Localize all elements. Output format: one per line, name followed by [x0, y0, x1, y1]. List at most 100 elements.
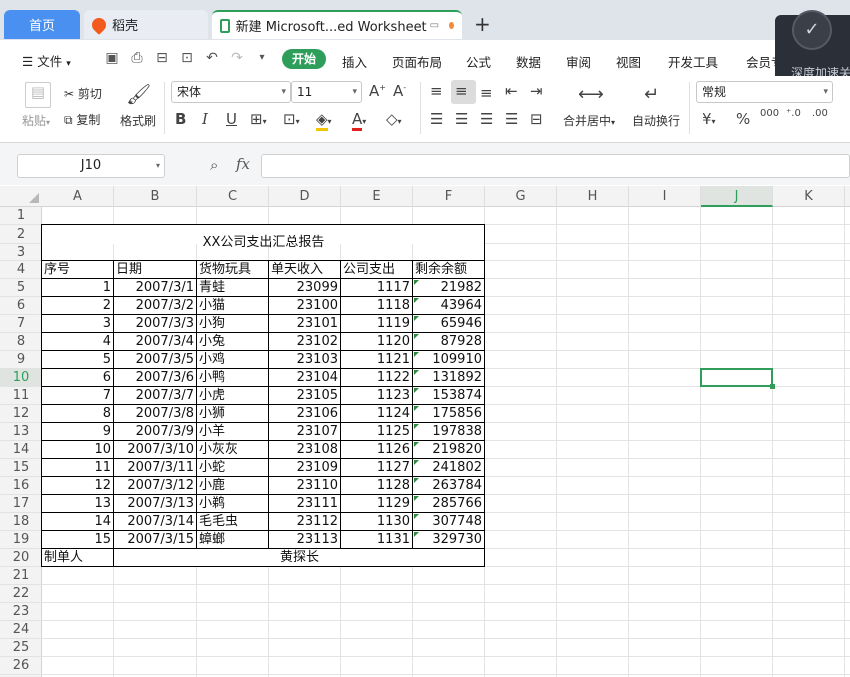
table-cell[interactable]: 4: [42, 333, 114, 351]
table-cell[interactable]: 2: [42, 297, 114, 315]
table-cell[interactable]: 小鸡: [197, 351, 269, 369]
table-cell[interactable]: 1122: [341, 369, 413, 387]
row-header-5[interactable]: 5: [0, 279, 42, 297]
print-preview-icon[interactable]: ⊡: [179, 50, 195, 66]
row-header-8[interactable]: 8: [0, 333, 42, 351]
clear-format-icon[interactable]: ◇▾: [386, 110, 402, 128]
table-cell[interactable]: 1128: [341, 477, 413, 495]
tab-daoke[interactable]: 稻壳: [84, 10, 208, 39]
table-cell[interactable]: 12: [42, 477, 114, 495]
column-header-k[interactable]: K: [773, 186, 845, 207]
table-cell[interactable]: 小蛇: [197, 459, 269, 477]
table-cell[interactable]: 329730: [413, 531, 485, 549]
row-header-13[interactable]: 13: [0, 423, 42, 441]
align-top-icon[interactable]: ≡: [430, 82, 443, 100]
column-header-a[interactable]: A: [42, 186, 114, 207]
table-cell[interactable]: 1125: [341, 423, 413, 441]
table-cell[interactable]: 1129: [341, 495, 413, 513]
row-header-20[interactable]: 20: [0, 549, 42, 567]
thousands-icon[interactable]: 000: [760, 108, 779, 119]
column-header-d[interactable]: D: [269, 186, 341, 207]
column-header-e[interactable]: E: [341, 186, 413, 207]
format-painter-icon[interactable]: 🖌: [126, 82, 151, 106]
undo-icon[interactable]: ↶: [204, 50, 220, 66]
table-cell[interactable]: 23102: [269, 333, 341, 351]
table-cell[interactable]: 2007/3/1: [114, 279, 197, 297]
row-header-17[interactable]: 17: [0, 495, 42, 513]
align-left-icon[interactable]: ☰: [430, 110, 443, 128]
table-cell[interactable]: 小虎: [197, 387, 269, 405]
add-tab-button[interactable]: +: [474, 12, 491, 36]
table-cell[interactable]: 2007/3/3: [114, 315, 197, 333]
table-cell[interactable]: 175856: [413, 405, 485, 423]
column-header-g[interactable]: G: [485, 186, 557, 207]
font-name-select[interactable]: 宋体 ▾: [171, 81, 291, 103]
table-cell[interactable]: 109910: [413, 351, 485, 369]
merge-center-icon[interactable]: ⟷: [578, 84, 604, 105]
table-cell[interactable]: 285766: [413, 495, 485, 513]
table-cell[interactable]: 1118: [341, 297, 413, 315]
font-size-select[interactable]: 11 ▾: [291, 81, 362, 103]
table-cell[interactable]: 1: [42, 279, 114, 297]
menu-data[interactable]: 数据: [516, 52, 541, 71]
number-format-select[interactable]: 常规 ▾: [696, 81, 833, 103]
align-bottom-icon[interactable]: ≡: [480, 84, 493, 102]
italic-icon[interactable]: I: [202, 110, 208, 128]
tab-home[interactable]: 首页: [4, 10, 80, 39]
table-cell[interactable]: 241802: [413, 459, 485, 477]
menu-review[interactable]: 审阅: [566, 52, 591, 71]
table-cell[interactable]: 8: [42, 405, 114, 423]
table-cell[interactable]: 1131: [341, 531, 413, 549]
row-header-18[interactable]: 18: [0, 513, 42, 531]
format-painter-button[interactable]: 格式刷: [120, 112, 156, 129]
row-header-24[interactable]: 24: [0, 621, 42, 639]
row-header-15[interactable]: 15: [0, 459, 42, 477]
decrease-indent-icon[interactable]: ⇤: [505, 82, 518, 100]
table-cell[interactable]: 15: [42, 531, 114, 549]
table-cell[interactable]: 2007/3/12: [114, 477, 197, 495]
table-cell[interactable]: 2007/3/6: [114, 369, 197, 387]
table-cell[interactable]: 23110: [269, 477, 341, 495]
table-cell[interactable]: 青蛙: [197, 279, 269, 297]
header-balance[interactable]: 剩余余额: [413, 261, 485, 279]
copy-button[interactable]: ⧉ 复制: [64, 111, 100, 128]
menu-start[interactable]: 开始: [282, 49, 326, 69]
table-cell[interactable]: 153874: [413, 387, 485, 405]
column-header-h[interactable]: H: [557, 186, 629, 207]
fill-handle[interactable]: [770, 384, 775, 389]
table-cell[interactable]: 23101: [269, 315, 341, 333]
table-cell[interactable]: 23107: [269, 423, 341, 441]
selected-cell-j10[interactable]: [700, 368, 773, 387]
row-header-9[interactable]: 9: [0, 351, 42, 369]
table-cell[interactable]: 小猫: [197, 297, 269, 315]
row-header-19[interactable]: 19: [0, 531, 42, 549]
table-cell[interactable]: 2007/3/13: [114, 495, 197, 513]
table-cell[interactable]: 3: [42, 315, 114, 333]
column-header-f[interactable]: F: [413, 186, 485, 207]
table-cell[interactable]: 1121: [341, 351, 413, 369]
row-header-16[interactable]: 16: [0, 477, 42, 495]
fill-color-icon[interactable]: ◈▾: [316, 110, 332, 131]
row-header-21[interactable]: 21: [0, 567, 42, 585]
table-cell[interactable]: 小狮: [197, 405, 269, 423]
underline-icon[interactable]: U: [226, 110, 237, 128]
tab-document[interactable]: 新建 Microsoft...ed Worksheet ▭: [212, 10, 462, 39]
table-cell[interactable]: 2007/3/8: [114, 405, 197, 423]
redo-icon[interactable]: ↷: [229, 50, 245, 66]
menu-formulas[interactable]: 公式: [466, 52, 491, 71]
table-cell[interactable]: 2007/3/10: [114, 441, 197, 459]
table-cell[interactable]: 13: [42, 495, 114, 513]
table-cell[interactable]: 43964: [413, 297, 485, 315]
table-cell[interactable]: 2007/3/5: [114, 351, 197, 369]
formula-input[interactable]: [261, 154, 850, 178]
increase-decimal-icon[interactable]: ⁺.0: [786, 108, 801, 119]
export-icon[interactable]: ⎙: [129, 50, 145, 66]
table-cell[interactable]: 小狗: [197, 315, 269, 333]
table-cell[interactable]: 毛毛虫: [197, 513, 269, 531]
table-cell[interactable]: 23099: [269, 279, 341, 297]
table-cell[interactable]: 23103: [269, 351, 341, 369]
row-header-25[interactable]: 25: [0, 639, 42, 657]
table-cell[interactable]: 23104: [269, 369, 341, 387]
align-center-icon[interactable]: ☰: [455, 110, 468, 128]
table-cell[interactable]: 小鹿: [197, 477, 269, 495]
